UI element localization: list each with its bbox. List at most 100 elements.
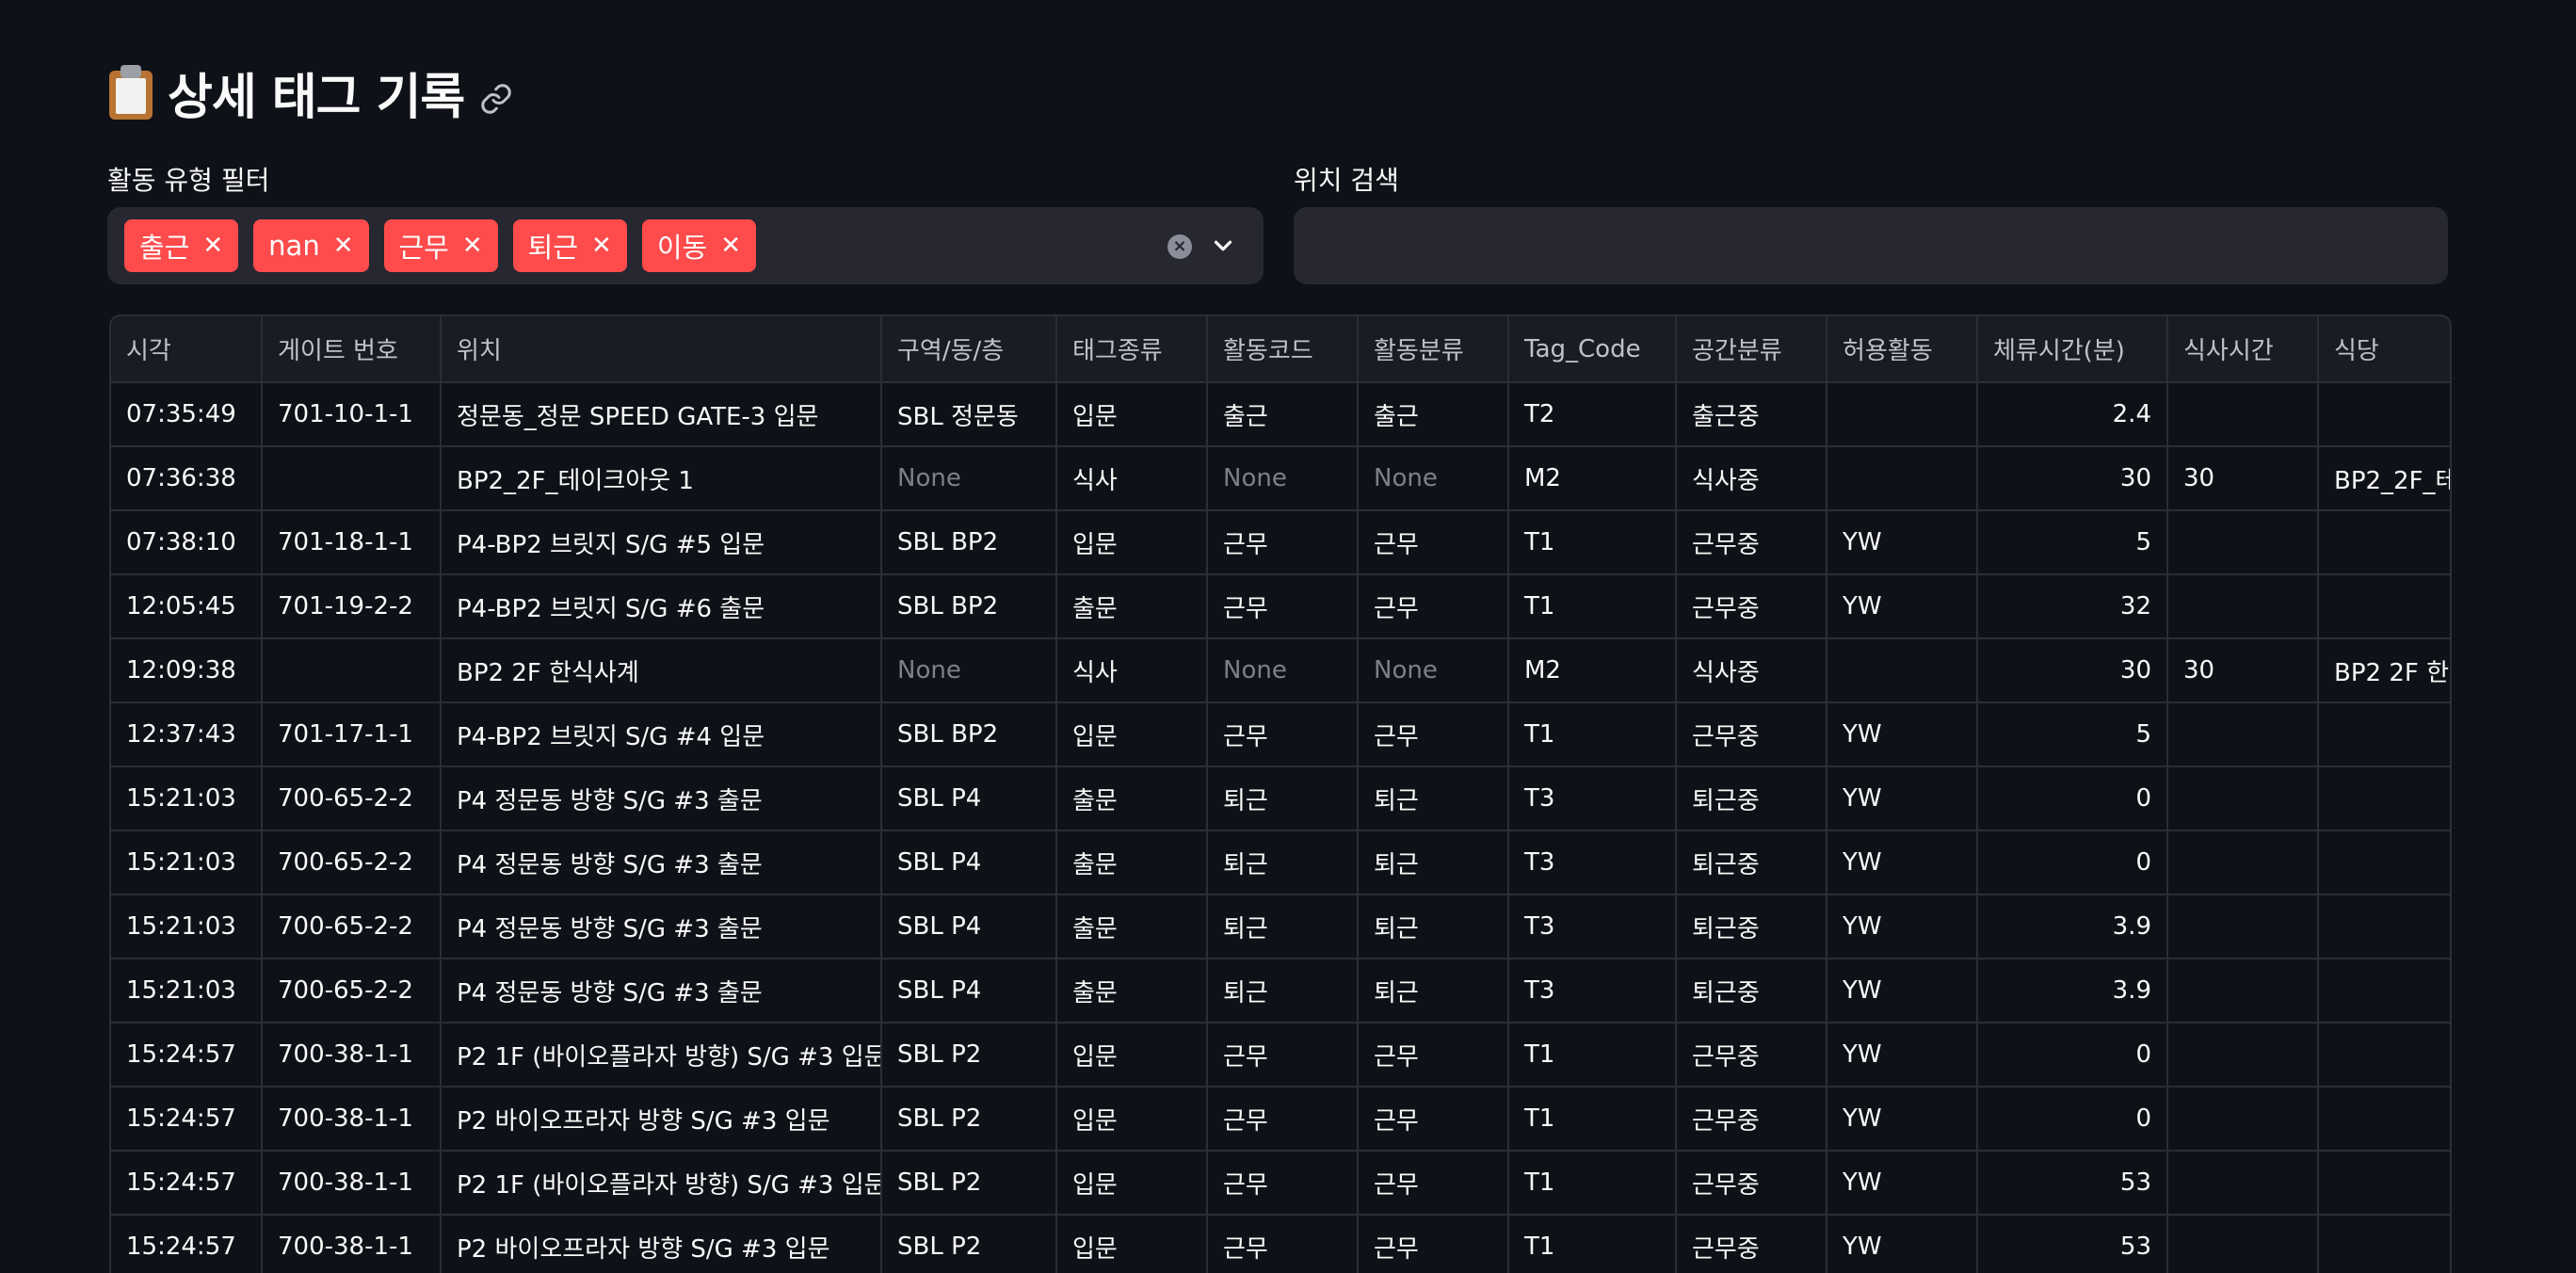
filter-chip[interactable]: 퇴근 ✕ <box>512 219 627 272</box>
link-icon[interactable] <box>479 82 513 116</box>
table-cell: 퇴근 <box>1358 830 1509 895</box>
table-cell: 근무중 <box>1676 510 1827 575</box>
table-cell: P4-BP2 브릿지 S/G #5 입문 <box>441 510 882 575</box>
table-cell: 식사중 <box>1676 446 1827 511</box>
table-row[interactable]: 15:24:57 700-38-1-1 P2 1F (바이오플라자 방향) S/G … <box>111 1023 2450 1088</box>
table-cell: P2 1F (바이오플라자 방향) S/G #3 입문 <box>441 1151 882 1216</box>
column-header[interactable]: 활동코드 <box>1207 316 1359 383</box>
table-cell: None <box>1207 638 1359 703</box>
table-cell: 출문 <box>1056 766 1208 831</box>
table-cell: 0 <box>1977 1023 2168 1088</box>
filter-chip[interactable]: 출근 ✕ <box>124 219 239 272</box>
table-cell: YW <box>1827 959 1978 1023</box>
table-cell: 근무중 <box>1676 702 1827 767</box>
location-search-input[interactable] <box>1294 207 2448 284</box>
column-header[interactable]: 공간분류 <box>1676 316 1827 383</box>
column-header[interactable]: 시각 <box>111 316 263 383</box>
table-cell: 15:21:03 <box>111 894 263 959</box>
table-cell: YW <box>1827 1215 1978 1273</box>
table-cell <box>2167 1151 2319 1216</box>
table-cell: YW <box>1827 1023 1978 1088</box>
table-row[interactable]: 15:24:57 700-38-1-1 P2 바이오프라자 방향 S/G #3 입문… <box>111 1087 2450 1152</box>
table-cell: 700-38-1-1 <box>262 1215 442 1273</box>
table-cell <box>2318 702 2450 767</box>
table-cell <box>262 446 442 511</box>
table-row[interactable]: 15:24:57 700-38-1-1 P2 바이오프라자 방향 S/G #3 입문… <box>111 1215 2450 1273</box>
table-cell: 근무 <box>1358 702 1509 767</box>
column-header[interactable]: 위치 <box>441 316 882 383</box>
table-row[interactable]: 15:24:57 700-38-1-1 P2 1F (바이오플라자 방향) S/G … <box>111 1151 2450 1216</box>
table-cell: 정문동_정문 SPEED GATE-3 입문 <box>441 382 882 447</box>
column-header[interactable]: 식당 <box>2318 316 2450 383</box>
table-cell: BP2_2F_테이크아웃 1 <box>2318 446 2450 511</box>
table-row[interactable]: 12:05:45 701-19-2-2 P4-BP2 브릿지 S/G #6 출문 SB… <box>111 574 2450 639</box>
table-cell: YW <box>1827 574 1978 639</box>
column-header[interactable]: 허용활동 <box>1827 316 1978 383</box>
column-header[interactable]: 활동분류 <box>1358 316 1509 383</box>
table-cell: 근무 <box>1207 1151 1359 1216</box>
table-cell: 퇴근중 <box>1676 830 1827 895</box>
table-row[interactable]: 12:37:43 701-17-1-1 P4-BP2 브릿지 S/G #4 입문 SB… <box>111 702 2450 767</box>
table-cell: SBL P2 <box>881 1215 1057 1273</box>
column-header[interactable]: 태그종류 <box>1056 316 1208 383</box>
close-icon[interactable]: ✕ <box>202 234 223 258</box>
table-row[interactable]: 12:09:38 BP2 2F 한식사계 None 식사 None None M2 식사중 30… <box>111 638 2450 703</box>
table-cell: 2.4 <box>1977 382 2168 447</box>
filter-chip[interactable]: 근무 ✕ <box>383 219 498 272</box>
table-row[interactable]: 07:38:10 701-18-1-1 P4-BP2 브릿지 S/G #5 입문 SB… <box>111 510 2450 575</box>
table-cell: 식사 <box>1056 638 1208 703</box>
table-cell: T1 <box>1508 1215 1677 1273</box>
column-header[interactable]: 게이트 번호 <box>262 316 442 383</box>
table-cell: 30 <box>1977 446 2168 511</box>
table-cell: 701-18-1-1 <box>262 510 442 575</box>
table-cell: 근무 <box>1207 1215 1359 1273</box>
table-cell: SBL BP2 <box>881 510 1057 575</box>
table-cell: 입문 <box>1056 1023 1208 1088</box>
table-cell: None <box>1358 446 1509 511</box>
table-cell <box>2318 1023 2450 1088</box>
table-row[interactable]: 15:21:03 700-65-2-2 P4 정문동 방향 S/G #3 출문 SBL… <box>111 959 2450 1023</box>
table-cell: 700-38-1-1 <box>262 1087 442 1152</box>
table-cell: YW <box>1827 510 1978 575</box>
table-cell: 퇴근 <box>1207 766 1359 831</box>
table-cell: 700-65-2-2 <box>262 830 442 895</box>
column-header[interactable]: Tag_Code <box>1508 316 1677 383</box>
table-cell: 12:37:43 <box>111 702 263 767</box>
table-cell: 53 <box>1977 1215 2168 1273</box>
table-cell: 15:24:57 <box>111 1215 263 1273</box>
page-header: 상세 태그 기록 <box>107 58 513 126</box>
table-cell: YW <box>1827 702 1978 767</box>
close-icon[interactable]: ✕ <box>591 234 612 258</box>
table-cell: 30 <box>2167 446 2319 511</box>
close-icon[interactable]: ✕ <box>720 234 741 258</box>
table-row[interactable]: 15:21:03 700-65-2-2 P4 정문동 방향 S/G #3 출문 SBL… <box>111 830 2450 895</box>
table-cell: 출근 <box>1358 382 1509 447</box>
table-row[interactable]: 07:35:49 701-10-1-1 정문동_정문 SPEED GATE-3 입문… <box>111 382 2450 447</box>
column-header[interactable]: 식사시간 <box>2167 316 2319 383</box>
table-cell <box>2318 894 2450 959</box>
table-cell: 700-65-2-2 <box>262 959 442 1023</box>
table-cell: T3 <box>1508 894 1677 959</box>
table-cell <box>1827 446 1978 511</box>
column-header[interactable]: 체류시간(분) <box>1977 316 2168 383</box>
close-icon[interactable]: ✕ <box>462 234 483 258</box>
table-cell: 15:24:57 <box>111 1087 263 1152</box>
table-row[interactable]: 07:36:38 BP2_2F_테이크아웃 1 None 식사 None None M2 식사… <box>111 446 2450 511</box>
table-cell: 0 <box>1977 766 2168 831</box>
table-cell: SBL BP2 <box>881 702 1057 767</box>
tag-record-table[interactable]: 시각 게이트 번호 위치 구역/동/층 태그종류 활동코드 활동분류 Tag_Code 공간분류… <box>109 314 2452 1273</box>
close-icon[interactable]: ✕ <box>333 234 354 258</box>
table-cell: 식사 <box>1056 446 1208 511</box>
filter-chip[interactable]: nan ✕ <box>253 219 369 272</box>
table-cell: T3 <box>1508 830 1677 895</box>
table-row[interactable]: 15:21:03 700-65-2-2 P4 정문동 방향 S/G #3 출문 SBL… <box>111 894 2450 959</box>
table-row[interactable]: 15:21:03 700-65-2-2 P4 정문동 방향 S/G #3 출문 SBL… <box>111 766 2450 831</box>
activity-type-multiselect[interactable]: 출근 ✕ nan ✕ 근무 ✕ 퇴근 ✕ 이동 ✕ × <box>107 207 1264 284</box>
table-cell: 근무중 <box>1676 1023 1827 1088</box>
filter-chip[interactable]: 이동 ✕ <box>641 219 757 272</box>
chevron-down-icon[interactable] <box>1209 232 1237 260</box>
filter-chip-label: 출근 <box>139 232 190 264</box>
column-header[interactable]: 구역/동/층 <box>881 316 1057 383</box>
clear-icon[interactable]: × <box>1167 234 1192 259</box>
table-cell: M2 <box>1508 638 1677 703</box>
